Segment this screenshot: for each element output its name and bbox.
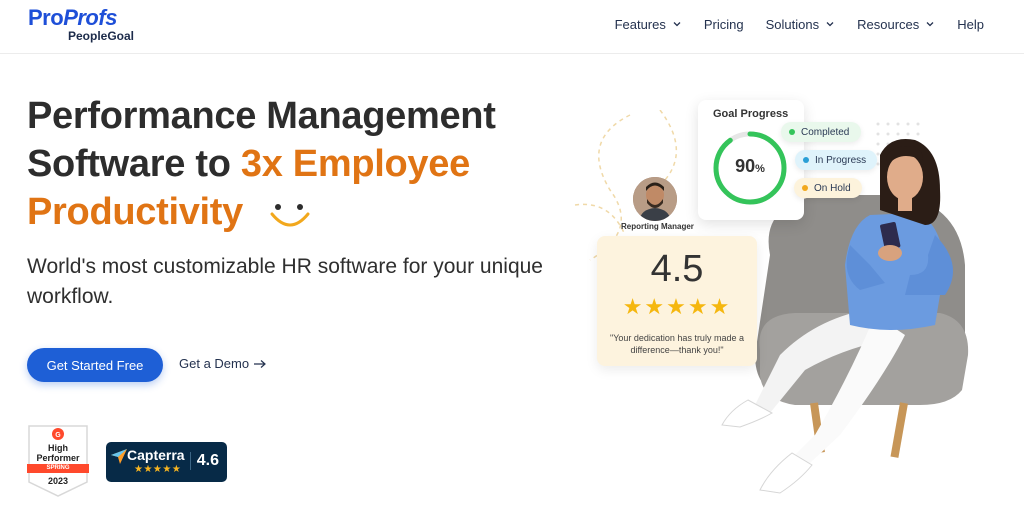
rating-stars: ★★★★★ xyxy=(622,294,732,319)
nav-features-label: Features xyxy=(614,16,666,32)
proprofs-logo[interactable]: ProProfs PeopleGoal xyxy=(28,5,140,45)
capterra-badge: Capterra ★★★★★ 4.6 xyxy=(106,442,227,482)
hero-subtitle: World's most customizable HR software fo… xyxy=(27,255,543,308)
rating-quote: "Your dedication has truly made a differ… xyxy=(610,333,744,355)
svg-text:G: G xyxy=(55,432,61,439)
hero-title-line2: Software to xyxy=(27,143,241,185)
g2-year: 2023 xyxy=(47,476,69,486)
completed-dot-icon xyxy=(789,129,795,135)
status-label-completed: Completed xyxy=(801,126,850,138)
site-header: ProProfs PeopleGoal Features Pricing Sol… xyxy=(0,0,1024,54)
chevron-down-icon xyxy=(926,22,934,27)
logo-product-name: PeopleGoal xyxy=(68,29,135,43)
get-started-button[interactable]: Get Started Free xyxy=(27,348,163,382)
nav-resources-label: Resources xyxy=(857,16,920,32)
on-hold-dot-icon xyxy=(802,185,808,191)
goal-value-unit: % xyxy=(755,163,765,175)
g2-season: SPRING xyxy=(46,465,70,471)
status-pill-on-hold: On Hold xyxy=(794,178,862,198)
nav-pricing[interactable]: Pricing xyxy=(704,15,744,33)
main-nav: Features Pricing Solutions Resources Hel… xyxy=(615,15,984,33)
nav-resources[interactable]: Resources xyxy=(857,15,935,33)
nav-pricing-label: Pricing xyxy=(703,16,744,32)
status-label-in-progress: In Progress xyxy=(815,154,867,166)
smile-icon xyxy=(270,204,310,227)
get-demo-label: Get a Demo xyxy=(179,356,250,371)
get-demo-link[interactable]: Get a Demo xyxy=(179,356,267,371)
chevron-down-icon xyxy=(826,22,834,27)
g2-high-performer-badge: G High Performer SPRING 2023 xyxy=(27,424,89,498)
goal-progress-title: Goal Progress xyxy=(713,108,789,120)
goal-progress-card: Goal Progress 90% xyxy=(698,100,804,220)
nav-solutions-label: Solutions xyxy=(765,16,820,32)
status-pill-completed: Completed xyxy=(781,122,861,142)
hero-title-line3: Productivity xyxy=(27,191,243,233)
hero-title-line1: Performance Management xyxy=(27,95,496,137)
capterra-score: 4.6 xyxy=(189,452,219,470)
manager-portrait-icon xyxy=(633,177,677,221)
logo-wordmark: ProProfs xyxy=(28,5,117,30)
status-label-on-hold: On Hold xyxy=(814,182,851,194)
hero-title-highlight: 3x Employee xyxy=(240,143,470,185)
nav-help[interactable]: Help xyxy=(957,15,984,33)
nav-help-label: Help xyxy=(957,16,984,32)
status-pill-in-progress: In Progress xyxy=(795,150,877,170)
capterra-name: Capterra xyxy=(127,447,185,463)
reporting-manager-label: Reporting Manager xyxy=(621,222,694,231)
nav-solutions[interactable]: Solutions xyxy=(766,15,835,33)
capterra-arrow-icon xyxy=(111,449,127,464)
goal-progress-value: 90% xyxy=(710,156,790,177)
g2-title-1: High xyxy=(48,443,68,453)
manager-avatar xyxy=(633,177,677,221)
capterra-stars: ★★★★★ xyxy=(134,464,182,475)
rating-score: 4.5 xyxy=(650,248,704,290)
goal-value-number: 90 xyxy=(735,156,756,176)
nav-features[interactable]: Features xyxy=(615,15,682,33)
chevron-down-icon xyxy=(673,22,681,27)
in-progress-dot-icon xyxy=(803,157,809,163)
g2-title-2: Performer xyxy=(36,453,80,463)
rating-card: 4.5 ★★★★★ "Your dedication has truly mad… xyxy=(597,236,757,366)
arrow-right-icon xyxy=(254,359,267,368)
